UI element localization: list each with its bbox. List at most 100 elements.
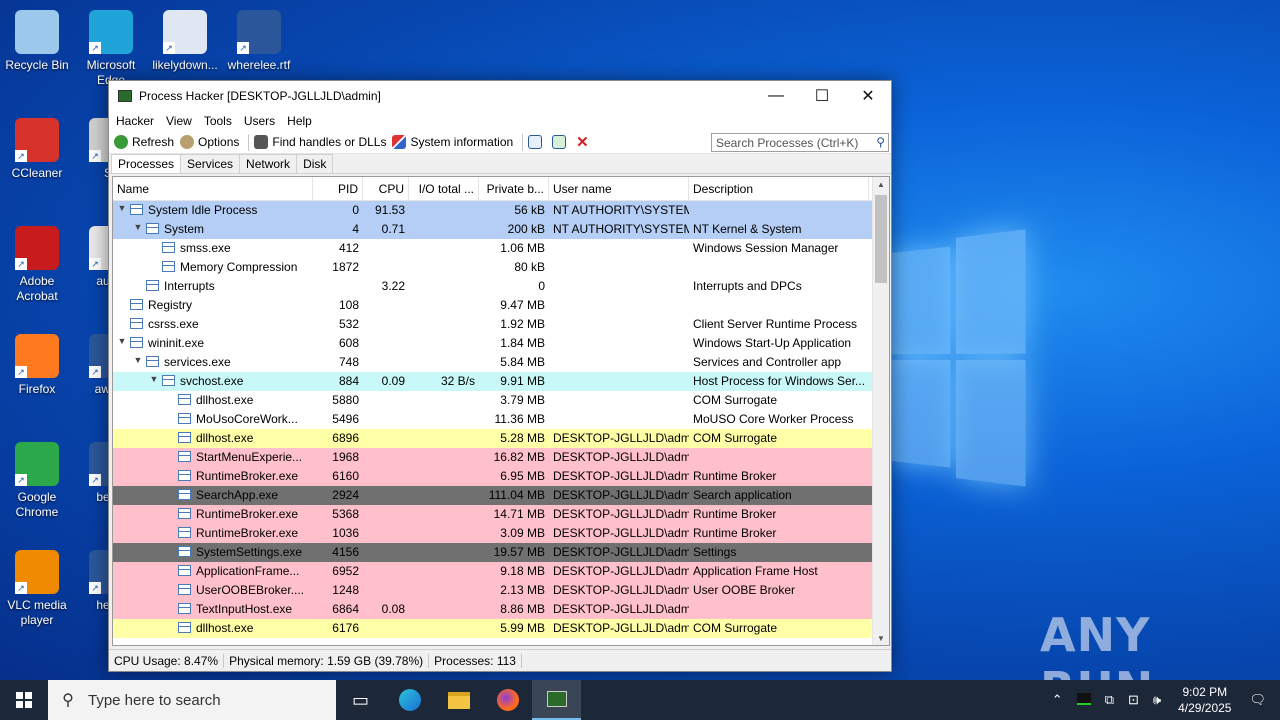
cell-cpu bbox=[363, 448, 409, 467]
edge-taskbar-icon[interactable] bbox=[385, 680, 434, 720]
search-processes-input[interactable]: Search Processes (Ctrl+K) ⚲ bbox=[711, 133, 889, 152]
close-button[interactable]: ✕ bbox=[845, 81, 891, 111]
start-button[interactable] bbox=[0, 680, 48, 720]
chevron-up-icon[interactable]: ⌃ bbox=[1045, 692, 1070, 708]
clock[interactable]: 9:02 PM 4/29/2025 bbox=[1168, 684, 1241, 716]
scroll-down-icon[interactable]: ▼ bbox=[873, 631, 889, 645]
table-row[interactable]: ▼ wininit.exe 608 1.84 MB Windows Start-Up A… bbox=[113, 334, 889, 353]
column-private-bytes[interactable]: Private b... bbox=[479, 177, 549, 200]
maximize-button[interactable]: ☐ bbox=[799, 81, 845, 111]
cell-user bbox=[549, 353, 689, 372]
cell-user: DESKTOP-JGLLJLD\admi bbox=[553, 602, 689, 616]
expand-arrow-icon[interactable]: ▼ bbox=[115, 203, 129, 220]
scroll-up-icon[interactable]: ▲ bbox=[873, 177, 889, 193]
process-name: RuntimeBroker.exe bbox=[196, 526, 299, 540]
process-icon bbox=[178, 489, 191, 500]
firefox-taskbar-icon[interactable] bbox=[483, 680, 532, 720]
scroll-thumb[interactable] bbox=[875, 195, 887, 283]
desktop-icon-firefox[interactable]: ↗ Firefox bbox=[0, 328, 74, 397]
desktop-icon-acrobat[interactable]: ↗ Adobe Acrobat bbox=[0, 220, 74, 304]
table-row[interactable]: RuntimeBroker.exe 6160 6.95 MB DESKTOP-JGLL… bbox=[113, 467, 889, 486]
cell-user bbox=[549, 372, 689, 391]
cell-user: NT AUTHORITY\SYSTEM bbox=[553, 203, 689, 217]
process-hacker-tray-icon[interactable] bbox=[1070, 692, 1098, 708]
desktop-icon-word-document[interactable]: ↗ wherelee.rtf bbox=[222, 4, 296, 73]
table-row[interactable]: RuntimeBroker.exe 1036 3.09 MB DESKTOP-JGLL… bbox=[113, 524, 889, 543]
expand-arrow-icon[interactable]: ▼ bbox=[147, 374, 161, 391]
tab-processes[interactable]: Processes bbox=[111, 154, 182, 173]
tab-services[interactable]: Services bbox=[180, 154, 241, 173]
column-user-name[interactable]: User name bbox=[549, 177, 689, 200]
column-pid[interactable]: PID bbox=[313, 177, 363, 200]
find-window-button[interactable] bbox=[551, 135, 575, 149]
table-row[interactable]: Interrupts 3.22 0 Interrupts and DPCs bbox=[113, 277, 889, 296]
cell-user: DESKTOP-JGLLJLD\admi bbox=[553, 469, 689, 483]
table-row[interactable]: MoUsoCoreWork... 5496 11.36 MB MoUSO Core W… bbox=[113, 410, 889, 429]
tab-network[interactable]: Network bbox=[239, 154, 298, 173]
vertical-scrollbar[interactable]: ▲ ▼ bbox=[872, 177, 889, 645]
taskbar-search-box[interactable]: ⚲ Type here to search bbox=[48, 680, 336, 720]
table-row[interactable]: ▼ svchost.exe 884 0.09 32 B/s 9.91 MB Host Pro… bbox=[113, 372, 889, 391]
table-row[interactable]: RuntimeBroker.exe 5368 14.71 MB DESKTOP-JGL… bbox=[113, 505, 889, 524]
title-bar[interactable]: Process Hacker [DESKTOP-JGLLJLD\admin] —… bbox=[109, 81, 891, 111]
desktop-icon-ccleaner[interactable]: ↗ CCleaner bbox=[0, 112, 74, 181]
find-handles-button[interactable]: Find handles or DLLs bbox=[253, 135, 391, 149]
process-tree-list[interactable]: Name PID CPU I/O total ... Private b... … bbox=[112, 176, 890, 646]
refresh-button[interactable]: Refresh bbox=[113, 135, 179, 149]
menu-help[interactable]: Help bbox=[283, 114, 320, 128]
column-io-total[interactable]: I/O total ... bbox=[409, 177, 479, 200]
table-row[interactable]: SystemSettings.exe 4156 19.57 MB DESKTOP-JG… bbox=[113, 543, 889, 562]
table-row[interactable]: dllhost.exe 5880 3.79 MB COM Surrogate bbox=[113, 391, 889, 410]
process-name: Registry bbox=[148, 298, 193, 312]
volume-icon[interactable]: 🕪 bbox=[1146, 692, 1168, 708]
table-row[interactable]: ▼ services.exe 748 5.84 MB Services and Cont… bbox=[113, 353, 889, 372]
cell-desc: COM Surrogate bbox=[693, 393, 778, 407]
expand-arrow-icon[interactable]: ▼ bbox=[131, 355, 145, 372]
desktop-icon-chrome[interactable]: ↗ Google Chrome bbox=[0, 436, 74, 520]
notifications-icon[interactable]: 🗨 bbox=[1241, 692, 1280, 708]
column-description[interactable]: Description bbox=[689, 177, 869, 200]
table-row[interactable]: Memory Compression 1872 80 kB bbox=[113, 258, 889, 277]
table-row[interactable]: UserOOBEBroker.... 1248 2.13 MB DESKTOP-JGL… bbox=[113, 581, 889, 600]
cell-pid: 1248 bbox=[332, 583, 359, 597]
desktop-icon-image-file[interactable]: ↗ likelydown... bbox=[148, 4, 222, 73]
desktop-icon-recycle-bin[interactable]: Recycle Bin bbox=[0, 4, 74, 73]
process-hacker-taskbar-icon[interactable] bbox=[532, 680, 581, 720]
table-row[interactable]: dllhost.exe 6896 5.28 MB DESKTOP-JGLLJLD\ad… bbox=[113, 429, 889, 448]
table-row[interactable]: ▼ System 4 0.71 200 kB NT AUTHORITY\SYSTEM NT … bbox=[113, 220, 889, 239]
expand-arrow-icon[interactable]: ▼ bbox=[131, 222, 145, 239]
usb-icon[interactable]: ⧉ bbox=[1098, 692, 1121, 708]
table-row[interactable]: csrss.exe 532 1.92 MB Client Server Runtime… bbox=[113, 315, 889, 334]
terminate-button[interactable]: ✕ bbox=[575, 133, 594, 151]
menu-users[interactable]: Users bbox=[240, 114, 283, 128]
table-row[interactable]: ApplicationFrame... 6952 9.18 MB DESKTOP-JG… bbox=[113, 562, 889, 581]
process-name: System Idle Process bbox=[148, 203, 258, 217]
table-row[interactable]: Registry 108 9.47 MB bbox=[113, 296, 889, 315]
menu-view[interactable]: View bbox=[162, 114, 200, 128]
table-row[interactable]: ▼ System Idle Process 0 91.53 56 kB NT AUTHOR… bbox=[113, 201, 889, 220]
window-button[interactable] bbox=[527, 135, 551, 149]
minimize-button[interactable]: — bbox=[753, 81, 799, 111]
task-view-icon[interactable]: ▭ bbox=[336, 680, 385, 720]
table-row[interactable]: SearchApp.exe 2924 111.04 MB DESKTOP-JGLLJL… bbox=[113, 486, 889, 505]
desktop-icon-vlc[interactable]: ↗ VLC media player bbox=[0, 544, 74, 628]
menu-tools[interactable]: Tools bbox=[200, 114, 240, 128]
tab-disk[interactable]: Disk bbox=[296, 154, 334, 173]
table-row[interactable]: dllhost.exe 6176 5.99 MB DESKTOP-JGLLJLD\ad… bbox=[113, 619, 889, 638]
system-information-button[interactable]: System information bbox=[391, 135, 518, 149]
process-name-cell: Interrupts bbox=[113, 277, 313, 296]
table-row[interactable]: TextInputHost.exe 6864 0.08 8.86 MB DESKTOP-… bbox=[113, 600, 889, 619]
column-cpu[interactable]: CPU bbox=[363, 177, 409, 200]
table-row[interactable]: smss.exe 412 1.06 MB Windows Session Manage… bbox=[113, 239, 889, 258]
menu-hacker[interactable]: Hacker bbox=[112, 114, 162, 128]
network-icon[interactable]: ⊡ bbox=[1121, 692, 1146, 708]
file-explorer-icon[interactable] bbox=[434, 680, 483, 720]
table-row[interactable]: StartMenuExperie... 1968 16.82 MB DESKTOP-J… bbox=[113, 448, 889, 467]
column-name[interactable]: Name bbox=[113, 177, 313, 200]
options-button[interactable]: Options bbox=[179, 135, 244, 149]
clock-time: 9:02 PM bbox=[1182, 685, 1228, 699]
desktop-icon-edge[interactable]: ↗Microsoft Edge bbox=[74, 4, 148, 88]
expand-arrow-icon[interactable]: ▼ bbox=[115, 336, 129, 353]
